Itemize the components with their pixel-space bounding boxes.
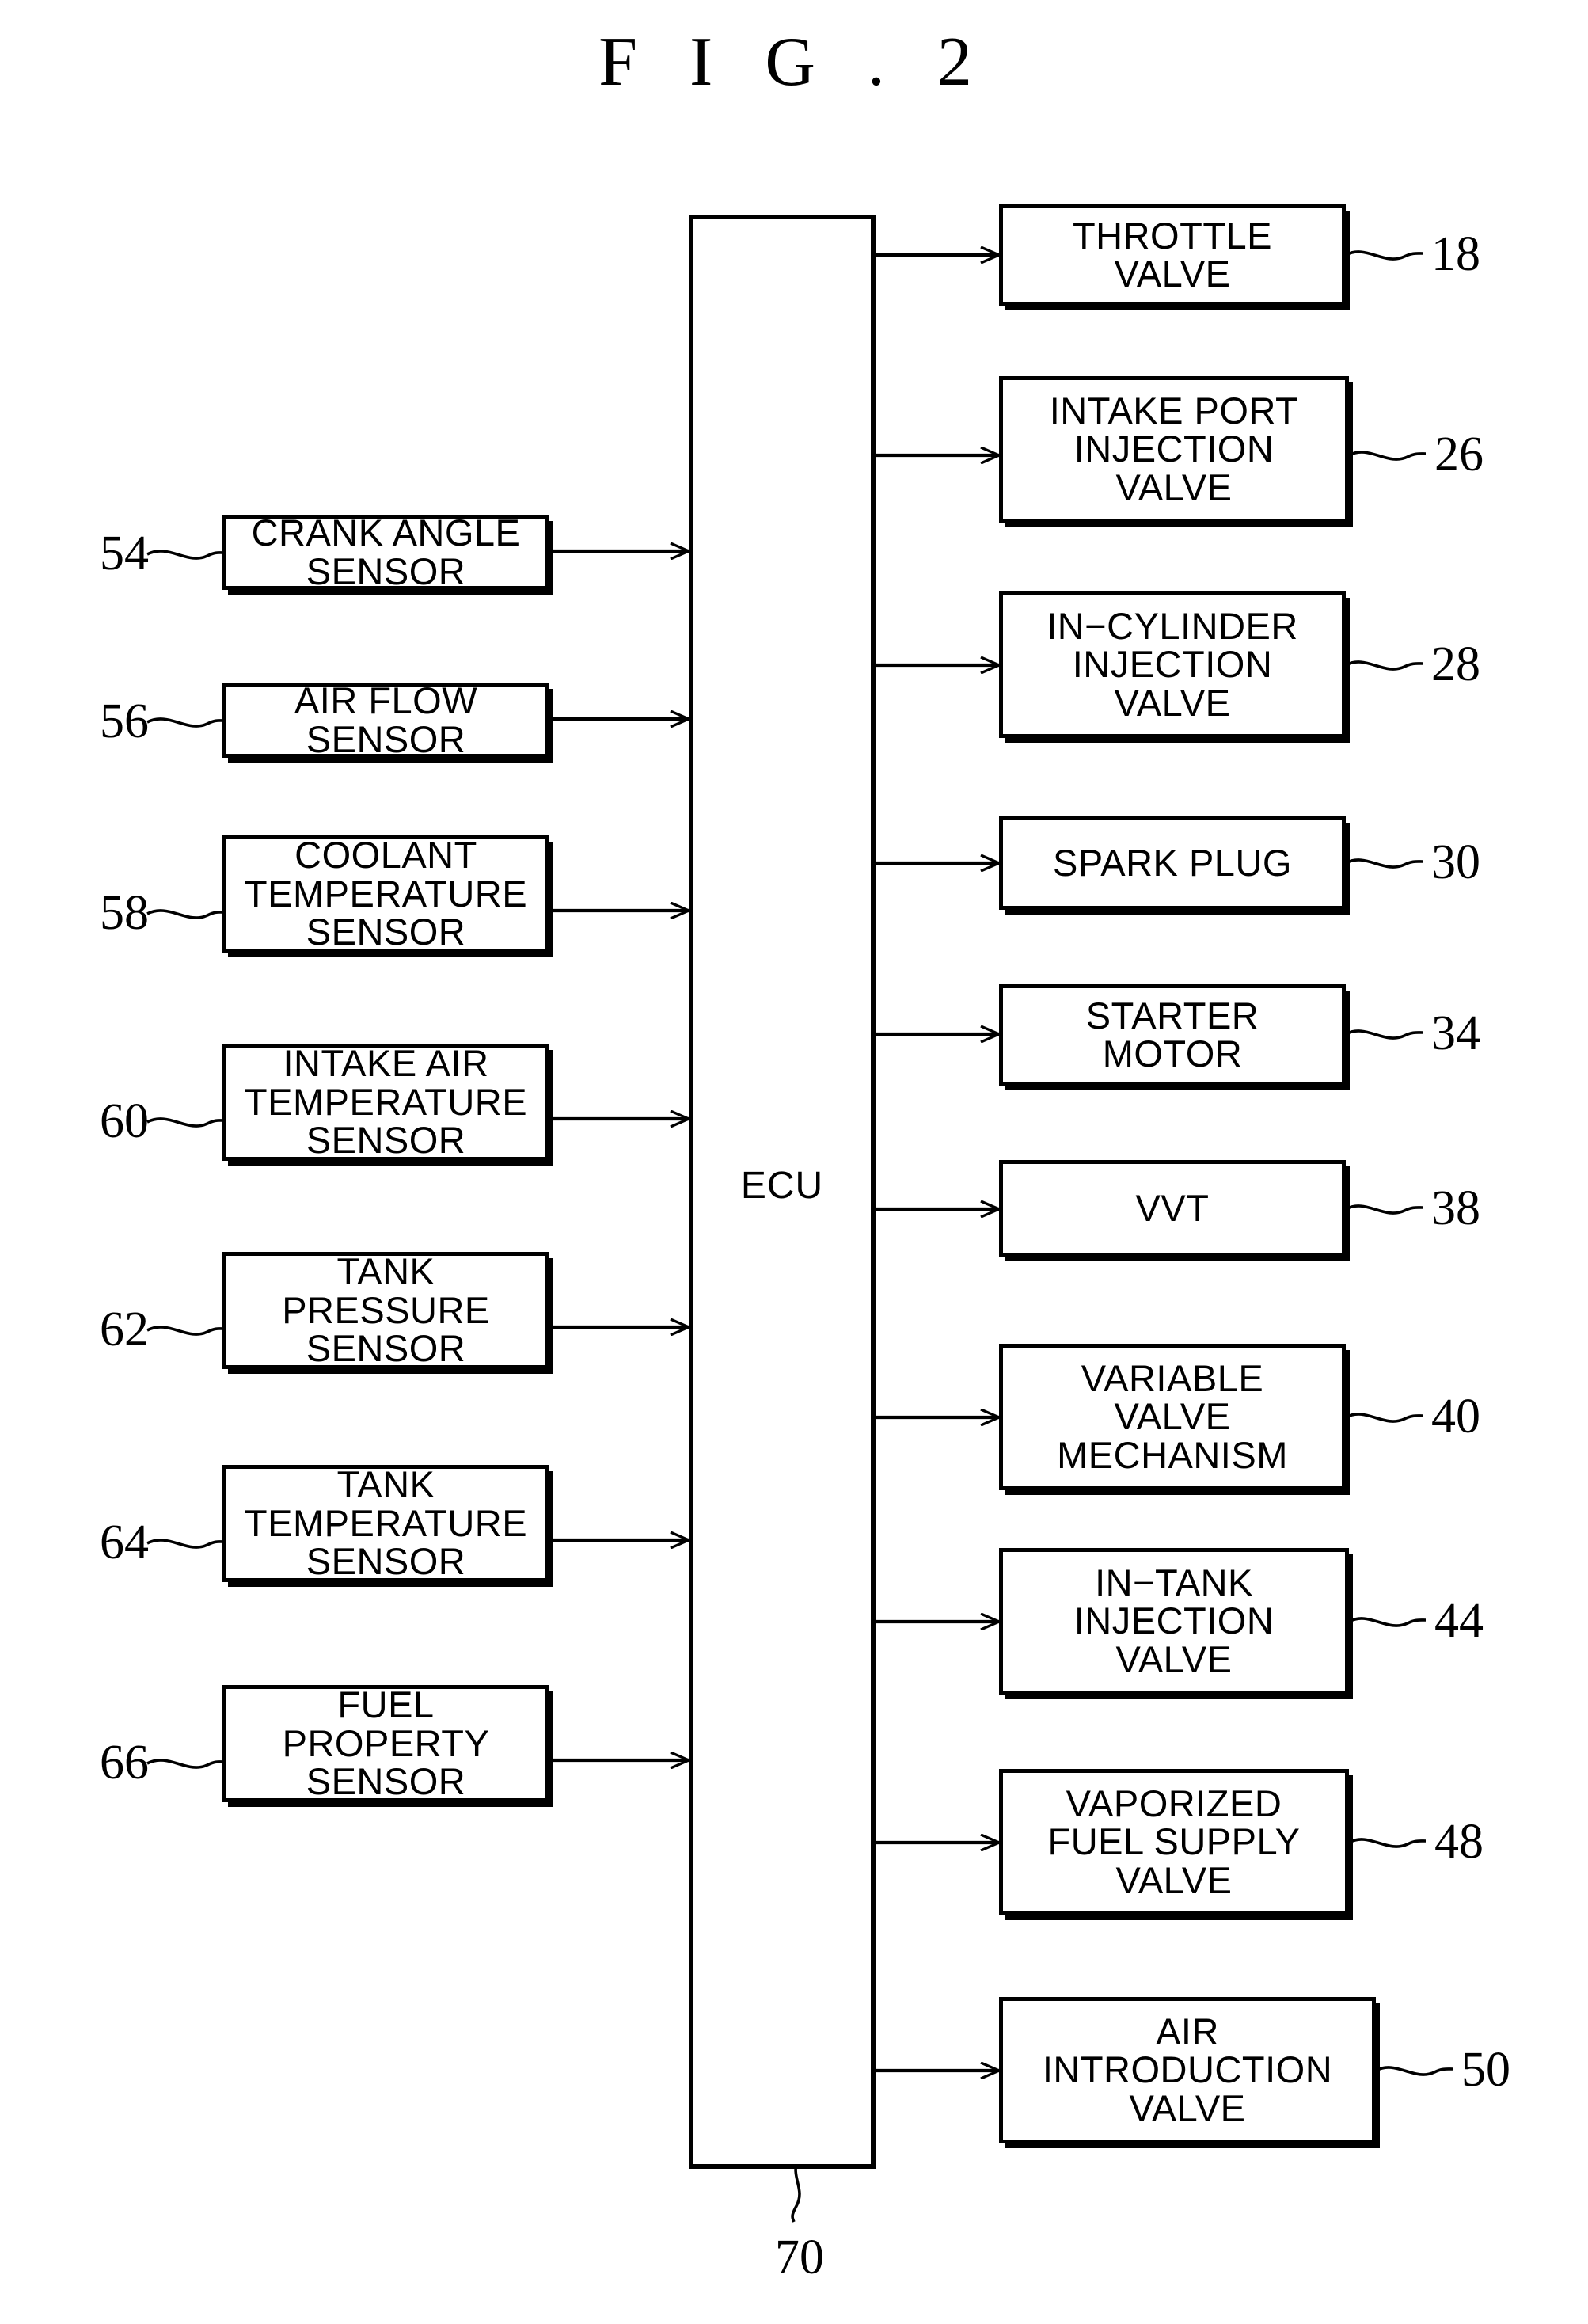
ref-numeral-34: 34 — [1431, 1006, 1480, 1060]
actuator-block-intake-port-injection-valve[interactable]: INTAKE PORT INJECTION VALVE — [999, 376, 1349, 523]
sensor-block-intake-air-temperature[interactable]: INTAKE AIR TEMPERATURE SENSOR — [222, 1044, 549, 1161]
left-leader-lines — [146, 550, 223, 1769]
sensor-to-ecu-arrows — [552, 551, 689, 1760]
actuator-block-spark-plug[interactable]: SPARK PLUG — [999, 816, 1346, 910]
actuator-block-in-cylinder-injection-valve[interactable]: IN−CYLINDER INJECTION VALVE — [999, 591, 1346, 738]
actuator-block-throttle-valve[interactable]: THROTTLE VALVE — [999, 204, 1346, 306]
sensor-block-air-flow[interactable]: AIR FLOW SENSOR — [222, 681, 549, 758]
figure-title: F I G . 2 — [598, 24, 990, 101]
ref-numeral-18: 18 — [1431, 227, 1480, 281]
right-leader-lines — [1345, 250, 1453, 2076]
ref-numeral-44: 44 — [1434, 1594, 1484, 1648]
actuator-block-vaporized-fuel-supply-valve[interactable]: VAPORIZED FUEL SUPPLY VALVE — [999, 1769, 1349, 1915]
ref-numeral-70: 70 — [775, 2231, 824, 2284]
sensor-block-fuel-property[interactable]: FUEL PROPERTY SENSOR — [222, 1685, 549, 1802]
ref-numeral-56: 56 — [100, 694, 149, 748]
sensor-block-tank-pressure[interactable]: TANK PRESSURE SENSOR — [222, 1252, 549, 1369]
ecu-label: ECU — [740, 1165, 824, 1207]
ref-numeral-30: 30 — [1431, 835, 1480, 889]
actuator-block-vvt[interactable]: VVT — [999, 1160, 1346, 1257]
ref-numeral-28: 28 — [1431, 637, 1480, 691]
ref-numeral-38: 38 — [1431, 1181, 1480, 1235]
ref-numeral-60: 60 — [100, 1094, 149, 1148]
ref-numeral-48: 48 — [1434, 1815, 1484, 1869]
ref-numeral-40: 40 — [1431, 1390, 1480, 1443]
ref-numeral-50: 50 — [1461, 2043, 1510, 2097]
actuator-block-air-introduction-valve[interactable]: AIR INTRODUCTION VALVE — [999, 1997, 1376, 2143]
ref-numeral-64: 64 — [100, 1516, 149, 1569]
actuator-block-starter-motor[interactable]: STARTER MOTOR — [999, 984, 1346, 1086]
ref-numeral-26: 26 — [1434, 428, 1484, 481]
sensor-block-crank-angle[interactable]: CRANK ANGLE SENSOR — [222, 513, 549, 590]
ref-numeral-66: 66 — [100, 1736, 149, 1790]
figure-canvas: F I G . 2 ECU 70 CRANK ANGLE SENSOR 54 A… — [0, 0, 1588, 2324]
ref-numeral-58: 58 — [100, 886, 149, 940]
actuator-block-variable-valve-mechanism[interactable]: VARIABLE VALVE MECHANISM — [999, 1344, 1346, 1490]
sensor-block-tank-temperature[interactable]: TANK TEMPERATURE SENSOR — [222, 1465, 549, 1582]
sensor-block-coolant-temperature[interactable]: COOLANT TEMPERATURE SENSOR — [222, 835, 549, 953]
ref-numeral-62: 62 — [100, 1303, 149, 1356]
ref-numeral-54: 54 — [100, 527, 149, 580]
ecu-to-actuator-arrows — [876, 255, 999, 2071]
actuator-block-in-tank-injection-valve[interactable]: IN−TANK INJECTION VALVE — [999, 1548, 1349, 1695]
